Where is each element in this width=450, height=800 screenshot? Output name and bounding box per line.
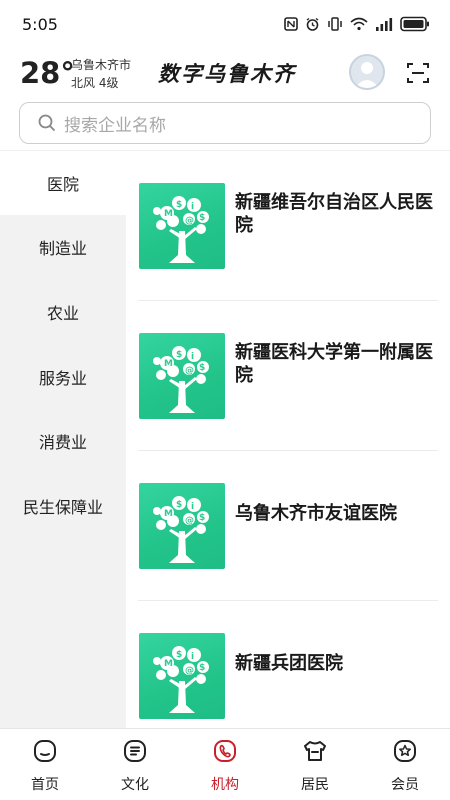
member-icon [394,740,416,762]
signal-icon [376,18,393,31]
svg-text:$: $ [199,663,205,673]
status-icons [284,16,430,32]
svg-text:i: i [191,352,194,362]
avatar[interactable] [349,54,385,90]
search-input[interactable]: 搜索企业名称 [19,102,431,144]
list-item[interactable]: $ i M $ @ 新疆医科大学第一附属医院 [126,301,450,451]
category-item-service[interactable]: 服务业 [0,345,126,409]
svg-text:@: @ [185,216,194,226]
nav-item-institution[interactable]: 机构 [180,729,270,800]
svg-text:$: $ [176,500,182,510]
svg-text:M: M [164,359,173,369]
category-item-livelihood[interactable]: 民生保障业 [0,474,126,538]
home-icon [34,740,56,762]
scan-icon[interactable] [406,61,430,85]
weather-city: 乌鲁木齐市 [71,58,132,72]
wifi-icon [350,17,368,31]
svg-text:i: i [191,502,194,512]
svg-text:M: M [164,659,173,669]
nav-item-resident[interactable]: 居民 [270,729,360,800]
category-item-agriculture[interactable]: 农业 [0,280,126,344]
list-item[interactable]: $ i M $ @ 乌鲁木齐市友谊医院 [126,451,450,601]
category-item-hospital[interactable]: 医院 [0,151,126,215]
header: 28° 乌鲁木齐市 北风 4级 数字乌鲁木齐 [0,48,450,100]
nav-label: 文化 [121,777,149,793]
nav-item-culture[interactable]: 文化 [90,729,180,800]
battery-icon [400,16,429,32]
search-icon [38,114,56,132]
svg-text:@: @ [185,516,194,526]
category-label: 消费业 [38,433,87,452]
institution-icon [214,740,236,762]
category-item-consumer[interactable]: 消费业 [0,409,126,473]
nfc-icon [284,17,298,31]
nav-label: 会员 [391,777,419,793]
category-label: 农业 [46,304,79,323]
svg-text:M: M [164,509,173,519]
vibrate-icon [328,17,342,31]
bottom-nav: 首页 文化 机构 居民 会员 [0,728,450,800]
resident-icon [304,741,326,761]
user-avatar-icon [355,62,379,88]
nav-label: 首页 [31,777,59,793]
org-thumbnail: $ i M $ @ [139,333,225,419]
status-time: 5:05 [22,14,58,34]
money-tree-icon: $ iM $@ [153,646,209,713]
svg-text:$: $ [176,200,182,210]
org-name: 乌鲁木齐市友谊医院 [235,503,397,524]
category-label: 医院 [46,175,79,194]
app-title: 数字乌鲁木齐 [158,61,296,86]
category-label: 民生保障业 [22,498,103,517]
org-thumbnail: $ i M $ @ [139,483,225,569]
org-thumbnail: $ i M $ @ [139,183,225,269]
org-name: 新疆医科大学第一附属医院 [235,342,433,386]
money-tree-icon: $ iM $@ [153,196,209,263]
category-label: 服务业 [38,369,87,388]
svg-text:M: M [164,209,173,219]
svg-text:$: $ [199,363,205,373]
weather-temperature: 28° [20,56,75,90]
svg-text:i: i [191,202,194,212]
svg-text:$: $ [199,513,205,523]
money-tree-icon: $ iM $@ [153,496,209,563]
category-label: 制造业 [38,239,87,258]
money-tree-icon: $ iM $@ [153,346,209,413]
svg-text:@: @ [185,366,194,376]
org-name: 新疆兵团医院 [235,653,343,674]
weather-wind: 北风 4级 [71,76,119,90]
svg-text:i: i [191,652,194,662]
culture-icon [124,740,146,762]
category-sidebar: 医院 制造业 农业 服务业 消费业 民生保障业 [0,151,126,728]
category-item-manufacturing[interactable]: 制造业 [0,215,126,279]
nav-item-home[interactable]: 首页 [0,729,90,800]
svg-text:@: @ [185,666,194,676]
nav-item-member[interactable]: 会员 [360,729,450,800]
alarm-icon [306,17,319,31]
status-bar: 5:05 [0,0,450,48]
svg-text:$: $ [199,213,205,223]
svg-text:$: $ [176,650,182,660]
search-placeholder: 搜索企业名称 [64,115,166,136]
svg-text:$: $ [176,350,182,360]
organization-list: $ i M $ @ 新疆维吾尔自治区人民医院 $ i M $ @ 新疆医科大学第… [126,151,450,728]
nav-label: 机构 [211,777,239,793]
nav-label: 居民 [301,777,329,793]
org-name: 新疆维吾尔自治区人民医院 [235,192,433,236]
org-thumbnail: $ i M $ @ [139,633,225,719]
list-item[interactable]: $ i M $ @ 新疆维吾尔自治区人民医院 [126,151,450,301]
